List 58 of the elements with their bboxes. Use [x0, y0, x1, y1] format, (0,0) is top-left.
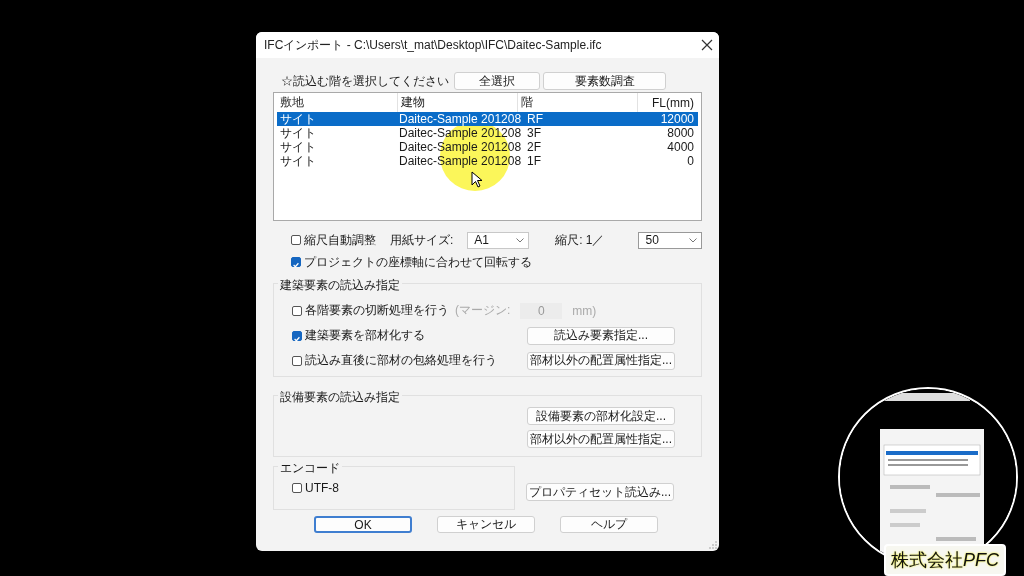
paper-size-label: 用紙サイズ: [390, 231, 454, 249]
checkbox[interactable] [292, 483, 302, 493]
dropdown[interactable]: A1 [467, 231, 530, 249]
row-text: サイト [280, 126, 316, 140]
row-text: 8000 [667, 126, 694, 140]
action-button[interactable]: 要素数調査 [543, 72, 666, 90]
dropdown-value: A1 [474, 233, 490, 247]
action-button[interactable]: 設備要素の部材化設定... [527, 407, 675, 425]
checkbox-label: プロジェクトの座標軸に合わせて回転する [304, 253, 532, 271]
dialog-button[interactable]: キャンセル [437, 516, 535, 533]
checkbox-label: 読込み直後に部材の包絡処理を行う [305, 352, 497, 369]
close-icon[interactable] [701, 39, 713, 51]
row-text: サイト [280, 112, 316, 126]
row-text: 3F [527, 126, 541, 140]
checkbox[interactable] [292, 305, 302, 316]
row-text: RF [527, 112, 543, 126]
checkbox-label: UTF-8 [305, 481, 339, 495]
row-text: サイト [280, 154, 316, 168]
caret-icon [516, 237, 525, 243]
checkbox[interactable] [291, 235, 301, 245]
action-button[interactable]: プロパティセット読込み... [526, 483, 674, 501]
row-text: 0 [687, 154, 694, 168]
row-text: Daitec-Sample 201208 [399, 112, 522, 126]
window-title: IFCインポート - C:\Users\t_mat\Desktop\IFC\Daitec-Sample.ifc [264, 36, 602, 54]
margin-label: (マージン: [455, 302, 511, 319]
row-text: 12000 [660, 112, 694, 126]
checkbox-label: 各階要素の切断処理を行う [305, 302, 449, 319]
dialog-button[interactable]: ヘルプ [560, 516, 658, 533]
row-text: 4000 [667, 140, 694, 154]
group-title: エンコード [278, 460, 342, 477]
column-header[interactable]: FL(mm) [638, 93, 698, 112]
action-button[interactable]: 読込み要素指定... [527, 326, 675, 345]
row-text: 1F [527, 154, 541, 168]
checkbox-label: 縮尺自動調整 [304, 231, 376, 249]
dialog-button[interactable]: OK [314, 516, 412, 533]
unit-label: mm) [572, 303, 597, 318]
list-row[interactable]: サイト Daitec-Sample 201208 RF 12000 [277, 112, 698, 126]
check-icon [293, 334, 301, 343]
dropdown-value: 50 [645, 233, 659, 247]
action-button[interactable]: 全選択 [454, 72, 540, 90]
action-button[interactable]: 部材以外の配置属性指定... [527, 430, 675, 448]
dropdown[interactable]: 50 [638, 231, 702, 249]
check-icon [292, 261, 300, 269]
checkbox[interactable] [292, 355, 302, 366]
row-text: 2F [527, 140, 541, 154]
checkbox[interactable] [291, 257, 301, 267]
resize-grip-icon [709, 541, 717, 549]
cursor-icon [471, 171, 483, 188]
checkbox-label: 建築要素を部材化する [305, 327, 425, 344]
checkbox[interactable] [292, 330, 302, 341]
action-button[interactable]: 部材以外の配置属性指定... [527, 351, 675, 370]
caret-icon [689, 237, 697, 243]
scale-label: 縮尺: 1／ [555, 231, 605, 249]
group-title: 設備要素の読込み指定 [278, 389, 402, 406]
instruction-text: ☆読込む階を選択してください [280, 72, 450, 90]
logo-text: 株式会社PFC [884, 544, 1006, 576]
group-title: 建築要素の読込み指定 [278, 277, 402, 294]
row-text: サイト [280, 140, 316, 154]
